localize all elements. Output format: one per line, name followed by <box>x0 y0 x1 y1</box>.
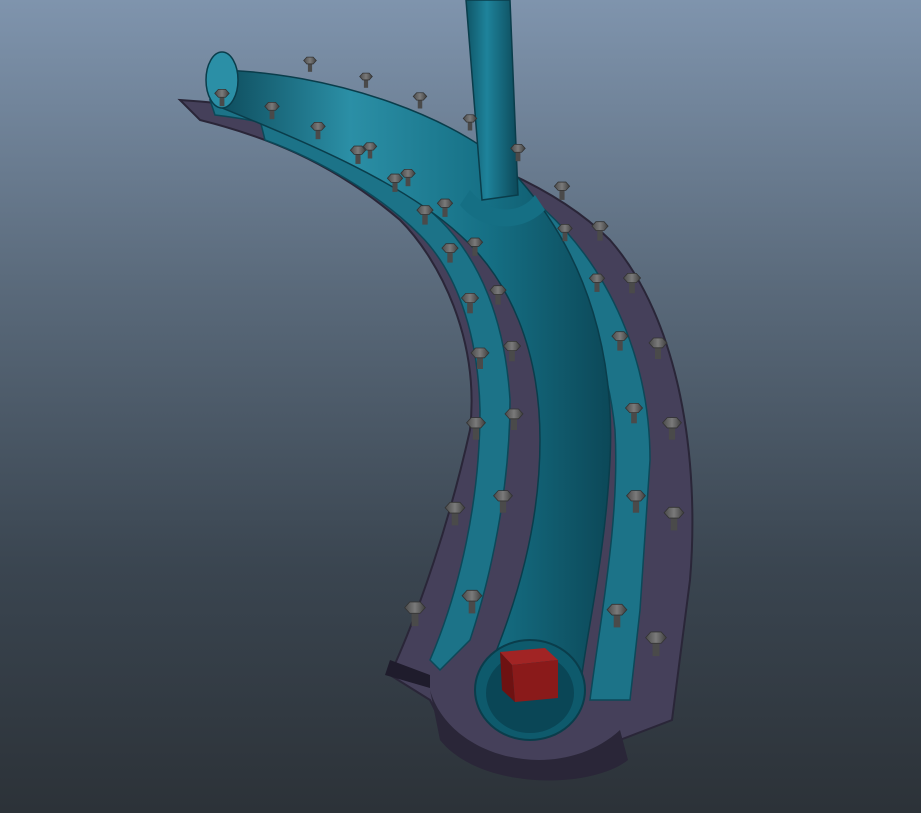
red-block <box>500 648 558 702</box>
bolt <box>462 114 478 131</box>
3d-viewport[interactable] <box>0 0 921 813</box>
bolt <box>359 72 373 88</box>
bolt <box>412 92 428 109</box>
bolt <box>303 56 317 72</box>
3d-scene <box>177 0 694 781</box>
bolt <box>553 181 571 200</box>
